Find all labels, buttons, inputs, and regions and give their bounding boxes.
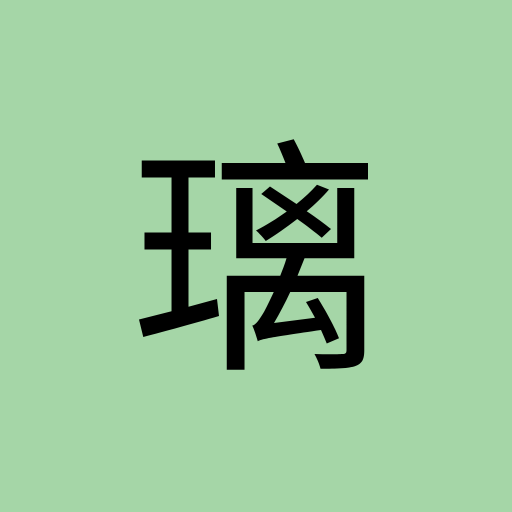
character-glyph: 璃 (131, 118, 381, 409)
character-card: 璃 (0, 0, 512, 512)
